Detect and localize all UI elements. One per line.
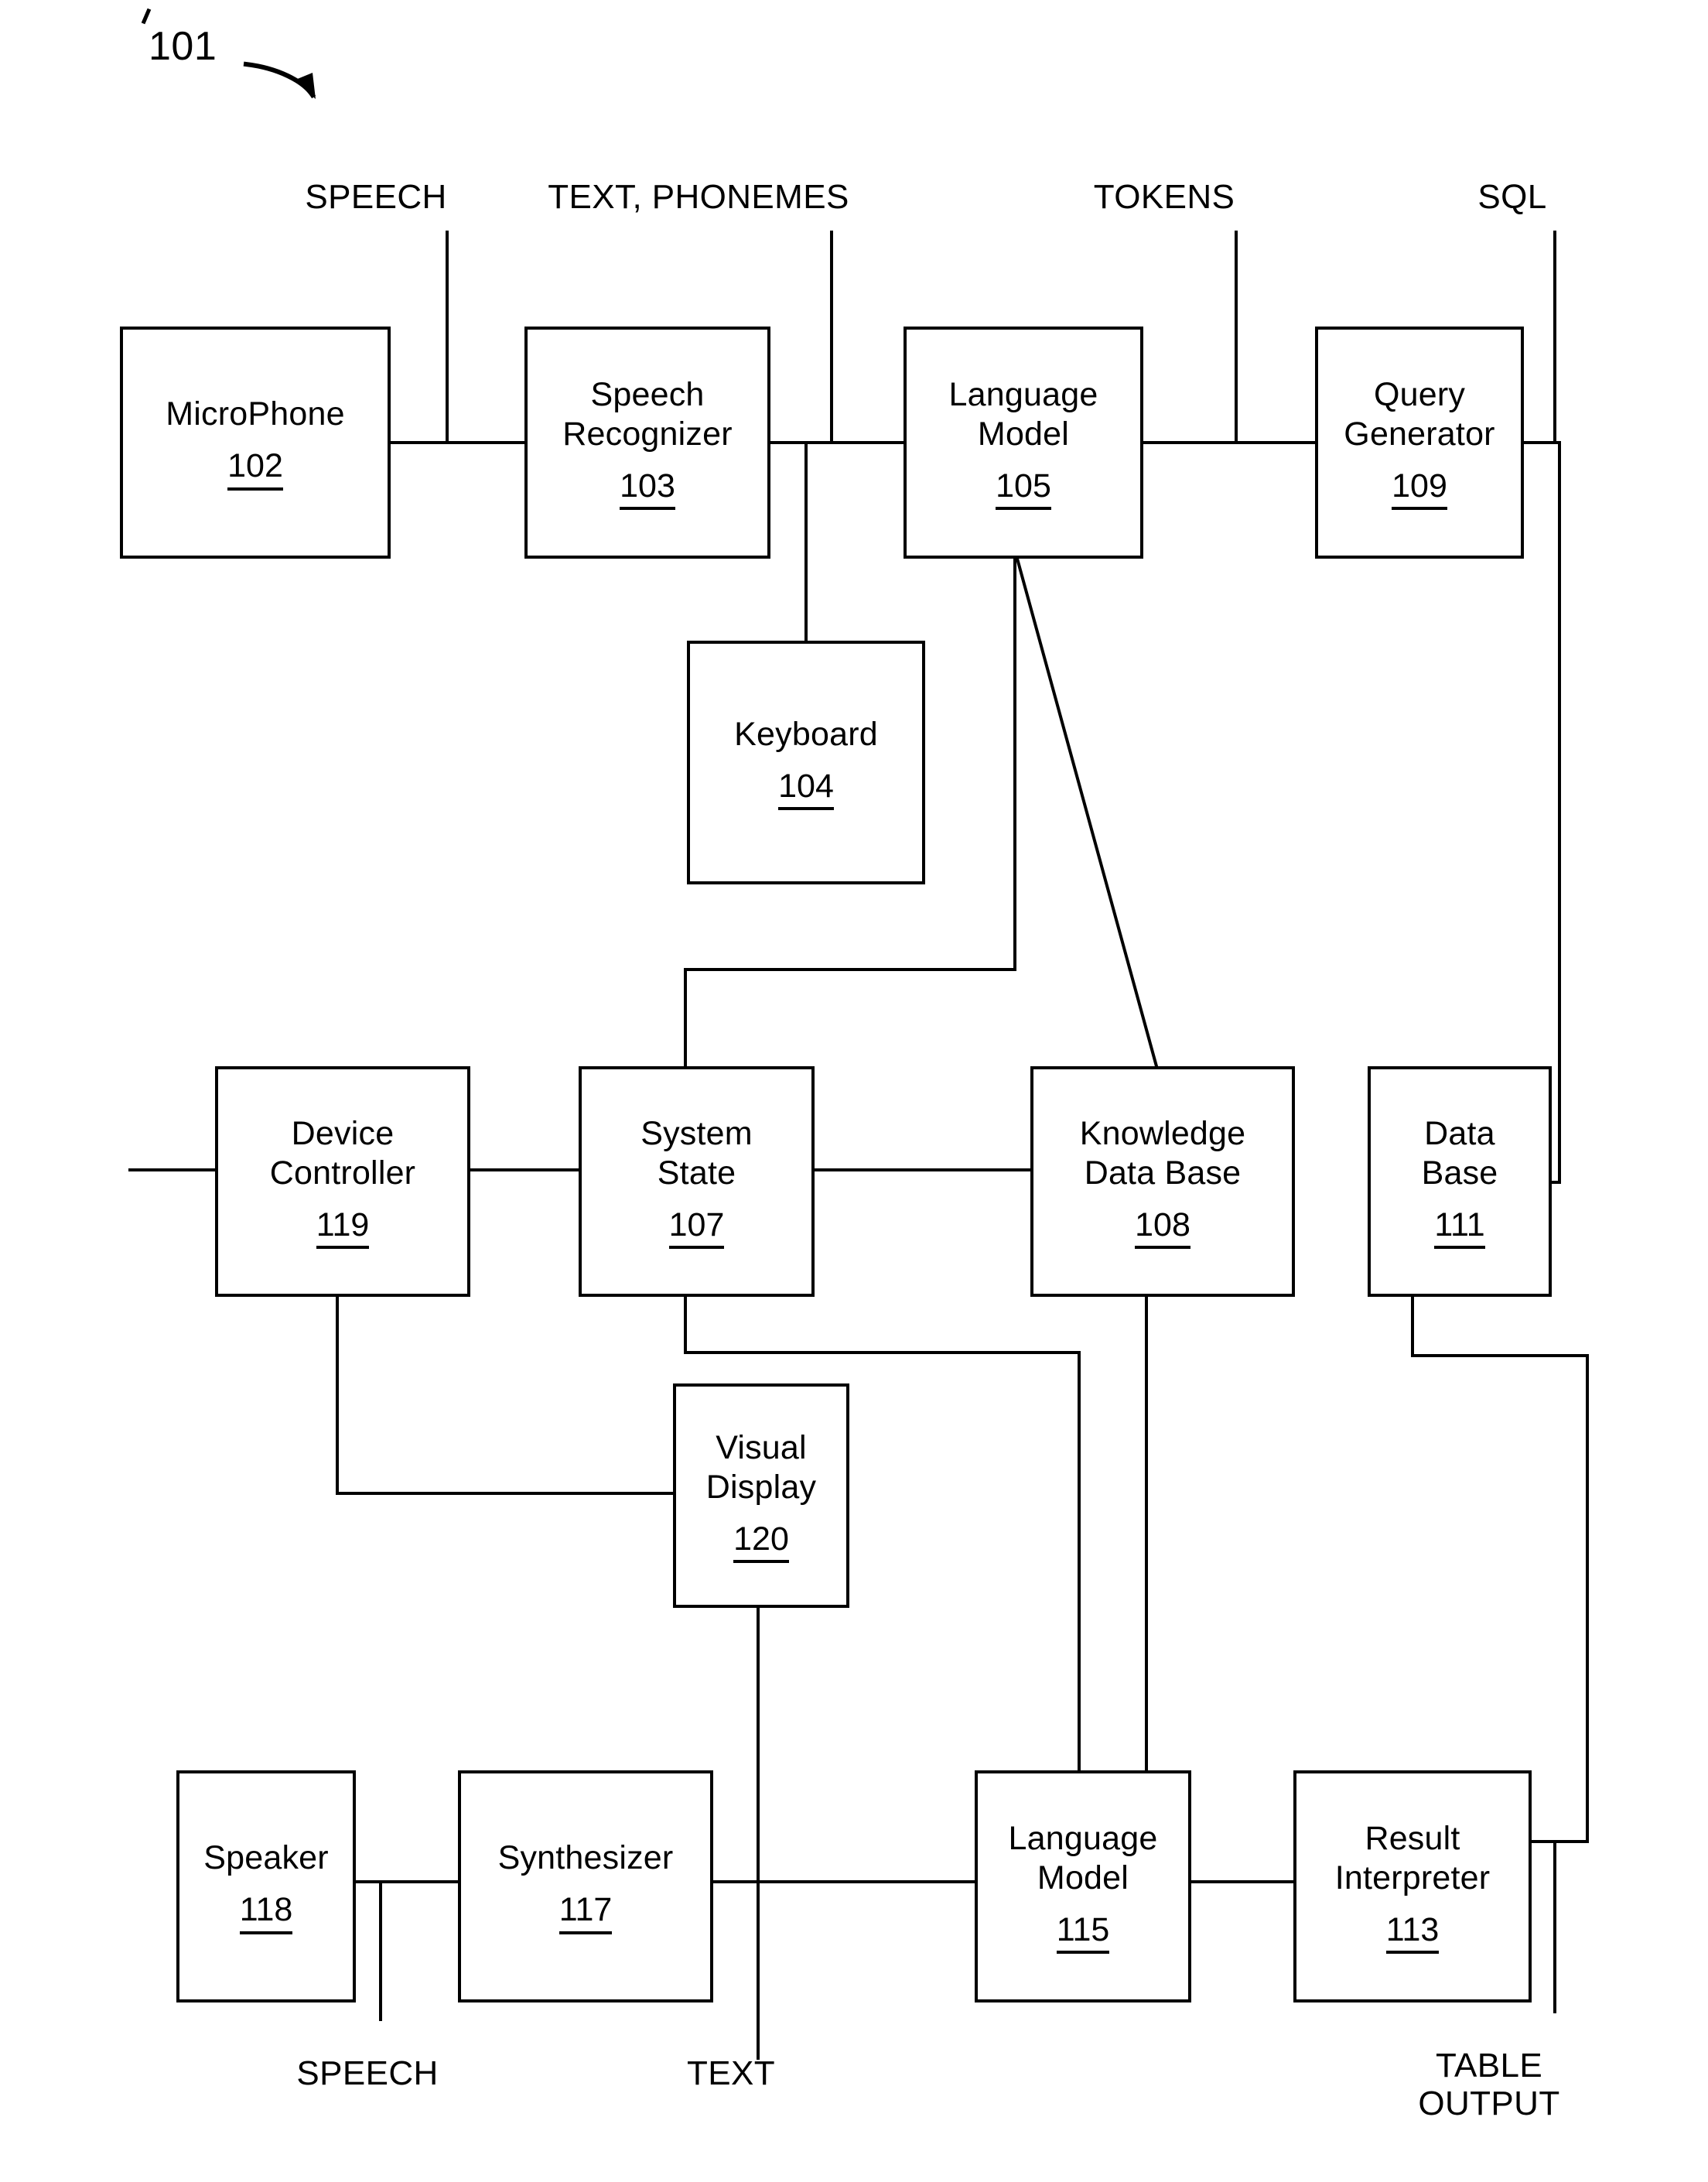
block-data-base-refnum: 111 <box>1434 1206 1485 1249</box>
block-system-state-refnum: 107 <box>668 1206 725 1249</box>
block-system-state[interactable]: System State 107 <box>579 1066 815 1297</box>
block-visual-display-title: Visual Display <box>705 1429 817 1506</box>
block-language-model-105-refnum: 105 <box>996 467 1051 510</box>
block-visual-display-refnum: 120 <box>733 1520 789 1563</box>
block-speaker-refnum: 118 <box>239 1891 293 1934</box>
figure-canvas: 101 SPEECH TEXT, PHONEMES TOKENS SQL SPE… <box>0 0 1708 2182</box>
block-system-state-title: System State <box>640 1115 753 1192</box>
block-language-model-105-title: Language Model <box>948 376 1098 453</box>
figure-reference-numeral: 101 <box>149 24 217 69</box>
flow-label-table-output: TABLE OUTPUT <box>1418 2047 1560 2123</box>
flow-label-speech-top: SPEECH <box>305 178 447 216</box>
block-query-generator[interactable]: Query Generator 109 <box>1315 327 1524 559</box>
flow-label-text-phonemes: TEXT, PHONEMES <box>548 178 849 216</box>
block-keyboard-refnum: 104 <box>778 768 834 811</box>
block-language-model-115-refnum: 115 <box>1056 1911 1110 1954</box>
block-language-model-115-title: Language Model <box>1008 1820 1158 1896</box>
flow-label-text-bottom: TEXT <box>686 2054 776 2092</box>
block-speaker-title: Speaker <box>203 1839 329 1877</box>
block-language-model-115[interactable]: Language Model 115 <box>975 1770 1191 2002</box>
block-data-base[interactable]: Data Base 111 <box>1368 1066 1552 1297</box>
block-keyboard[interactable]: Keyboard 104 <box>687 641 925 884</box>
block-synthesizer-refnum: 117 <box>559 1891 613 1934</box>
block-speech-recognizer[interactable]: Speech Recognizer 103 <box>524 327 770 559</box>
block-knowledge-data-base-refnum: 108 <box>1135 1206 1190 1249</box>
block-speech-recognizer-refnum: 103 <box>620 467 675 510</box>
block-speaker[interactable]: Speaker 118 <box>176 1770 356 2002</box>
flow-label-tokens: TOKENS <box>1093 178 1235 216</box>
block-device-controller[interactable]: Device Controller 119 <box>215 1066 470 1297</box>
block-microphone-title: MicroPhone <box>166 395 345 433</box>
flow-label-sql: SQL <box>1477 178 1547 216</box>
flow-label-speech-bottom: SPEECH <box>296 2054 439 2092</box>
block-result-interpreter-title: Result Interpreter <box>1334 1820 1491 1896</box>
block-knowledge-data-base[interactable]: Knowledge Data Base 108 <box>1030 1066 1295 1297</box>
block-language-model-105[interactable]: Language Model 105 <box>904 327 1143 559</box>
block-result-interpreter-refnum: 113 <box>1385 1911 1440 1954</box>
block-microphone[interactable]: MicroPhone 102 <box>120 327 391 559</box>
block-device-controller-refnum: 119 <box>316 1206 370 1249</box>
block-data-base-title: Data Base <box>1421 1115 1498 1192</box>
block-query-generator-title: Query Generator <box>1344 376 1495 453</box>
block-synthesizer-title: Synthesizer <box>497 1839 674 1877</box>
block-device-controller-title: Device Controller <box>269 1115 416 1192</box>
block-keyboard-title: Keyboard <box>734 715 878 753</box>
block-result-interpreter[interactable]: Result Interpreter 113 <box>1293 1770 1532 2002</box>
block-visual-display[interactable]: Visual Display 120 <box>673 1383 849 1608</box>
block-speech-recognizer-title: Speech Recognizer <box>562 376 733 453</box>
block-knowledge-data-base-title: Knowledge Data Base <box>1079 1115 1246 1192</box>
block-synthesizer[interactable]: Synthesizer 117 <box>458 1770 713 2002</box>
block-query-generator-refnum: 109 <box>1392 467 1447 510</box>
block-microphone-refnum: 102 <box>227 447 283 491</box>
